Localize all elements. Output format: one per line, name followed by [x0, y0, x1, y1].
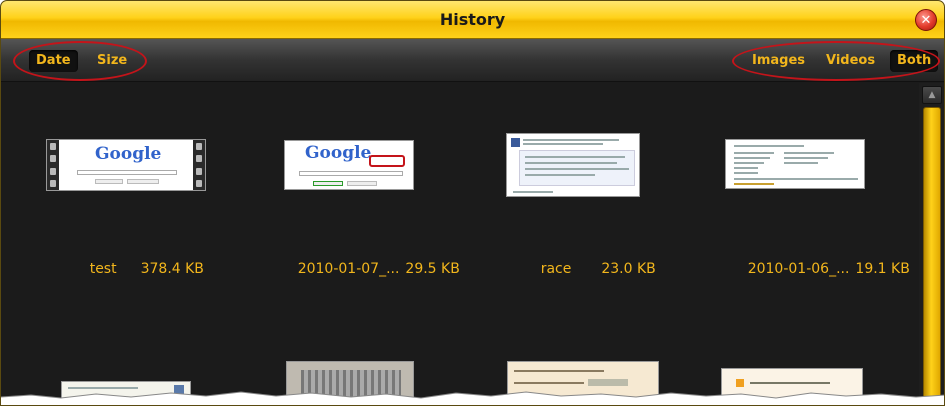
text-line [513, 191, 553, 193]
history-window: History ✕ Date Size Images Videos Both G… [0, 0, 945, 406]
vertical-scrollbar[interactable]: ▲ [919, 83, 944, 405]
history-item-thumbnail[interactable]: Google [284, 140, 414, 190]
close-button[interactable]: ✕ [915, 9, 937, 31]
text-line [784, 157, 828, 159]
history-grid: Google test 378.4 KB Google 2010-01-07_..… [1, 83, 919, 405]
item-name: 2010-01-07_... [297, 261, 400, 277]
thumbnail-button [127, 179, 159, 184]
thumbnail-search-box [77, 170, 177, 175]
item-name: 2010-01-06_... [747, 261, 850, 277]
filmstrip-right [193, 140, 205, 190]
close-icon: ✕ [920, 12, 932, 28]
history-item-label[interactable]: 2010-01-06_... 19.1 KB [721, 245, 910, 293]
avatar [511, 138, 520, 147]
filter-both-button[interactable]: Both [890, 50, 939, 72]
arrow-up-icon: ▲ [928, 90, 936, 100]
google-logo: Google [95, 144, 162, 164]
text-line [523, 139, 619, 141]
scroll-up-button[interactable]: ▲ [922, 86, 942, 104]
history-item-thumbnail[interactable] [725, 139, 865, 189]
sort-date-button[interactable]: Date [29, 50, 78, 72]
text-line [734, 183, 774, 185]
text-line [514, 370, 604, 372]
text-line [784, 162, 818, 164]
filter-videos-button[interactable]: Videos [819, 50, 882, 72]
text-line [523, 143, 603, 145]
text-line [734, 178, 858, 180]
scrollbar-thumb[interactable] [923, 107, 941, 405]
thumbnail-button [347, 181, 377, 186]
history-item-thumbnail[interactable] [506, 133, 640, 197]
annotation-box [369, 155, 405, 167]
text-line [734, 162, 764, 164]
text-line [525, 168, 629, 170]
text-line [734, 167, 758, 169]
text-line [734, 157, 770, 159]
sort-size-button[interactable]: Size [90, 50, 134, 72]
history-item-thumbnail[interactable]: Google [46, 139, 206, 191]
filter-images-button[interactable]: Images [745, 50, 812, 72]
item-size: 23.0 KB [601, 261, 656, 277]
thumbnail-button [313, 181, 343, 186]
history-item-label[interactable]: 2010-01-07_... 29.5 KB [271, 245, 460, 293]
window-title: History [439, 10, 506, 29]
title-bar[interactable]: History ✕ [1, 1, 944, 39]
text-line [525, 174, 595, 176]
item-size: 378.4 KB [140, 261, 204, 277]
item-size: 29.5 KB [405, 261, 460, 277]
history-item-label[interactable]: test 378.4 KB [63, 245, 204, 293]
torn-edge [1, 391, 944, 405]
text-line [784, 152, 834, 154]
toolbar: Date Size Images Videos Both [1, 39, 944, 82]
text-line [734, 152, 774, 154]
text-line [525, 156, 625, 158]
google-logo: Google [305, 143, 372, 163]
item-name: test [89, 261, 117, 277]
text-line [734, 145, 804, 147]
filmstrip-left [47, 140, 59, 190]
thumbnail-button [95, 179, 123, 184]
text-line [734, 172, 758, 174]
history-item-label[interactable]: race 23.0 KB [514, 245, 656, 293]
item-name: race [540, 261, 572, 277]
item-size: 19.1 KB [855, 261, 910, 277]
thumbnail-search-box [299, 171, 403, 176]
text-line [525, 162, 617, 164]
